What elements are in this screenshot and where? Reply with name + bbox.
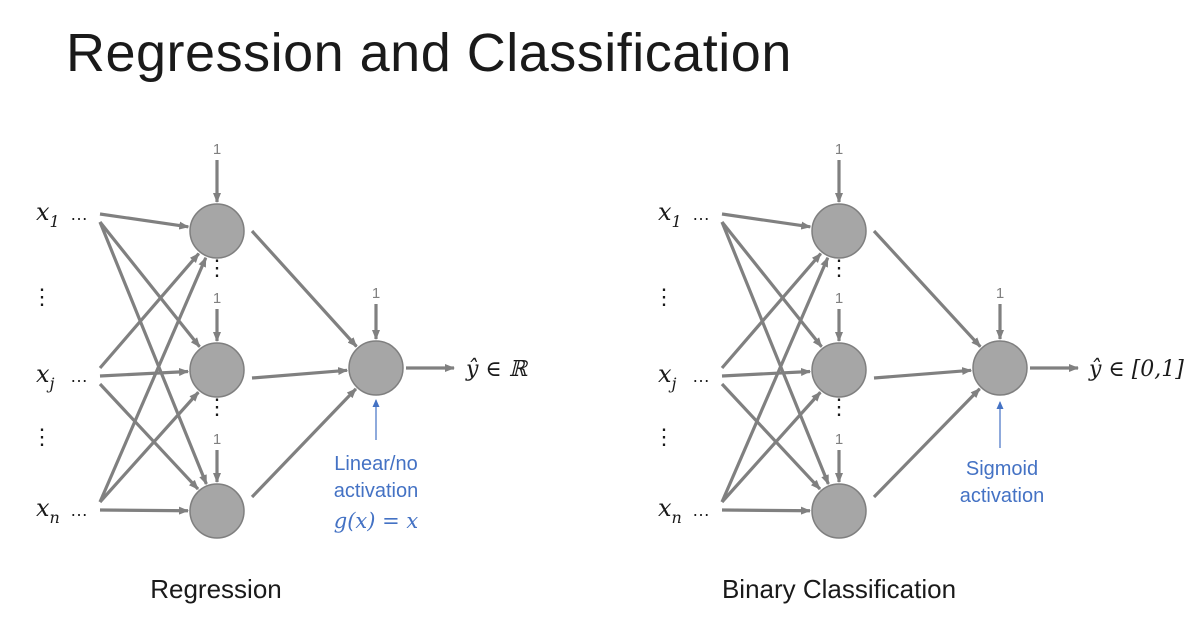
edge-input-1-hidden-2 [98,382,200,491]
edge-hidden-2-output [872,387,981,499]
hidden-node [811,342,867,398]
input-subscript: n [50,508,60,527]
bias-label: 1 [372,285,380,302]
edge-input-2-hidden-0 [98,256,208,503]
hidden-node [189,483,245,539]
edge-hidden-0-output [872,229,982,348]
output-node [348,340,404,396]
input-ellipsis: … [70,500,88,520]
edge-input-2-hidden-1 [98,391,200,504]
bias-label: 1 [835,290,843,307]
network-diagrams: x1 … xj … xn … ⋮ ⋮ 1 ⋮ 1 ⋮ 1 1 ŷ ∈ ℝ Linear/no activatio… [31,141,1184,604]
panel-caption: Binary Classification [722,574,956,604]
edge-input-0-hidden-0 [99,212,190,230]
input-label-x1: x1 [658,198,682,231]
input-ellipsis: … [70,204,88,224]
edge-input-1-hidden-1 [721,367,812,378]
activation-annotation-line3: g(x) = x [334,509,419,533]
input-subscript: j [47,374,55,393]
activation-annotation-line2: activation [960,485,1045,507]
input-ellipsis: … [692,500,710,520]
bias-label: 1 [213,290,221,307]
edge-input-0-hidden-1 [98,221,201,348]
input-subscript: 1 [50,212,60,231]
input-ellipsis: … [70,366,88,386]
output-label: ŷ ∈ ℝ [465,357,529,382]
edge-hidden-1-output [873,367,973,380]
input-subscript: j [669,374,677,393]
hidden-node [811,483,867,539]
edge-input-2-hidden-1 [720,391,822,504]
output-label: ŷ ∈ [0,1] [1088,357,1184,382]
bias-label: 1 [213,431,221,448]
input-vdots: ⋮ [653,424,675,449]
edge-hidden-1-output [251,367,349,380]
bias-label: 1 [213,141,221,158]
hidden-vdots: ⋮ [206,255,228,280]
bias-label: 1 [835,431,843,448]
bias-label: 1 [996,285,1004,302]
input-vdots: ⋮ [31,284,53,309]
hidden-vdots: ⋮ [828,394,850,419]
edge-input-2-hidden-2 [721,506,812,515]
input-ellipsis: … [692,204,710,224]
hidden-vdots: ⋮ [206,394,228,419]
input-subscript: n [672,508,682,527]
input-subscript: 1 [672,212,682,231]
input-vdots: ⋮ [653,284,675,309]
input-label-xj: xj [658,360,677,393]
activation-annotation-line1: Sigmoid [966,458,1038,480]
hidden-node [811,203,867,259]
output-node [972,340,1028,396]
edge-input-0-hidden-1 [720,221,823,348]
panel-binary-classification: x1 … xj … xn … ⋮ ⋮ 1 ⋮ 1 ⋮ 1 1 ŷ ∈ [0,1] Sigmoid activat… [653,141,1184,604]
input-label-xj: xj [36,360,55,393]
edge-hidden-0-output [250,229,358,348]
edge-input-2-hidden-0 [720,256,830,503]
edge-input-0-hidden-0 [721,212,812,230]
input-label-xn: xn [36,494,60,527]
hidden-node [189,342,245,398]
input-label-xn: xn [658,494,682,527]
edge-input-1-hidden-1 [99,367,190,378]
activation-annotation-line2: activation [334,480,419,502]
edge-input-2-hidden-2 [99,506,190,515]
edge-input-1-hidden-2 [720,382,822,491]
bias-label: 1 [835,141,843,158]
panel-regression: x1 … xj … xn … ⋮ ⋮ 1 ⋮ 1 ⋮ 1 1 ŷ ∈ ℝ Linear/no activatio… [31,141,529,604]
input-label-x1: x1 [36,198,60,231]
activation-annotation-line1: Linear/no [334,453,417,475]
panel-caption: Regression [150,574,282,604]
input-ellipsis: … [692,366,710,386]
hidden-vdots: ⋮ [828,255,850,280]
hidden-node [189,203,245,259]
input-vdots: ⋮ [31,424,53,449]
